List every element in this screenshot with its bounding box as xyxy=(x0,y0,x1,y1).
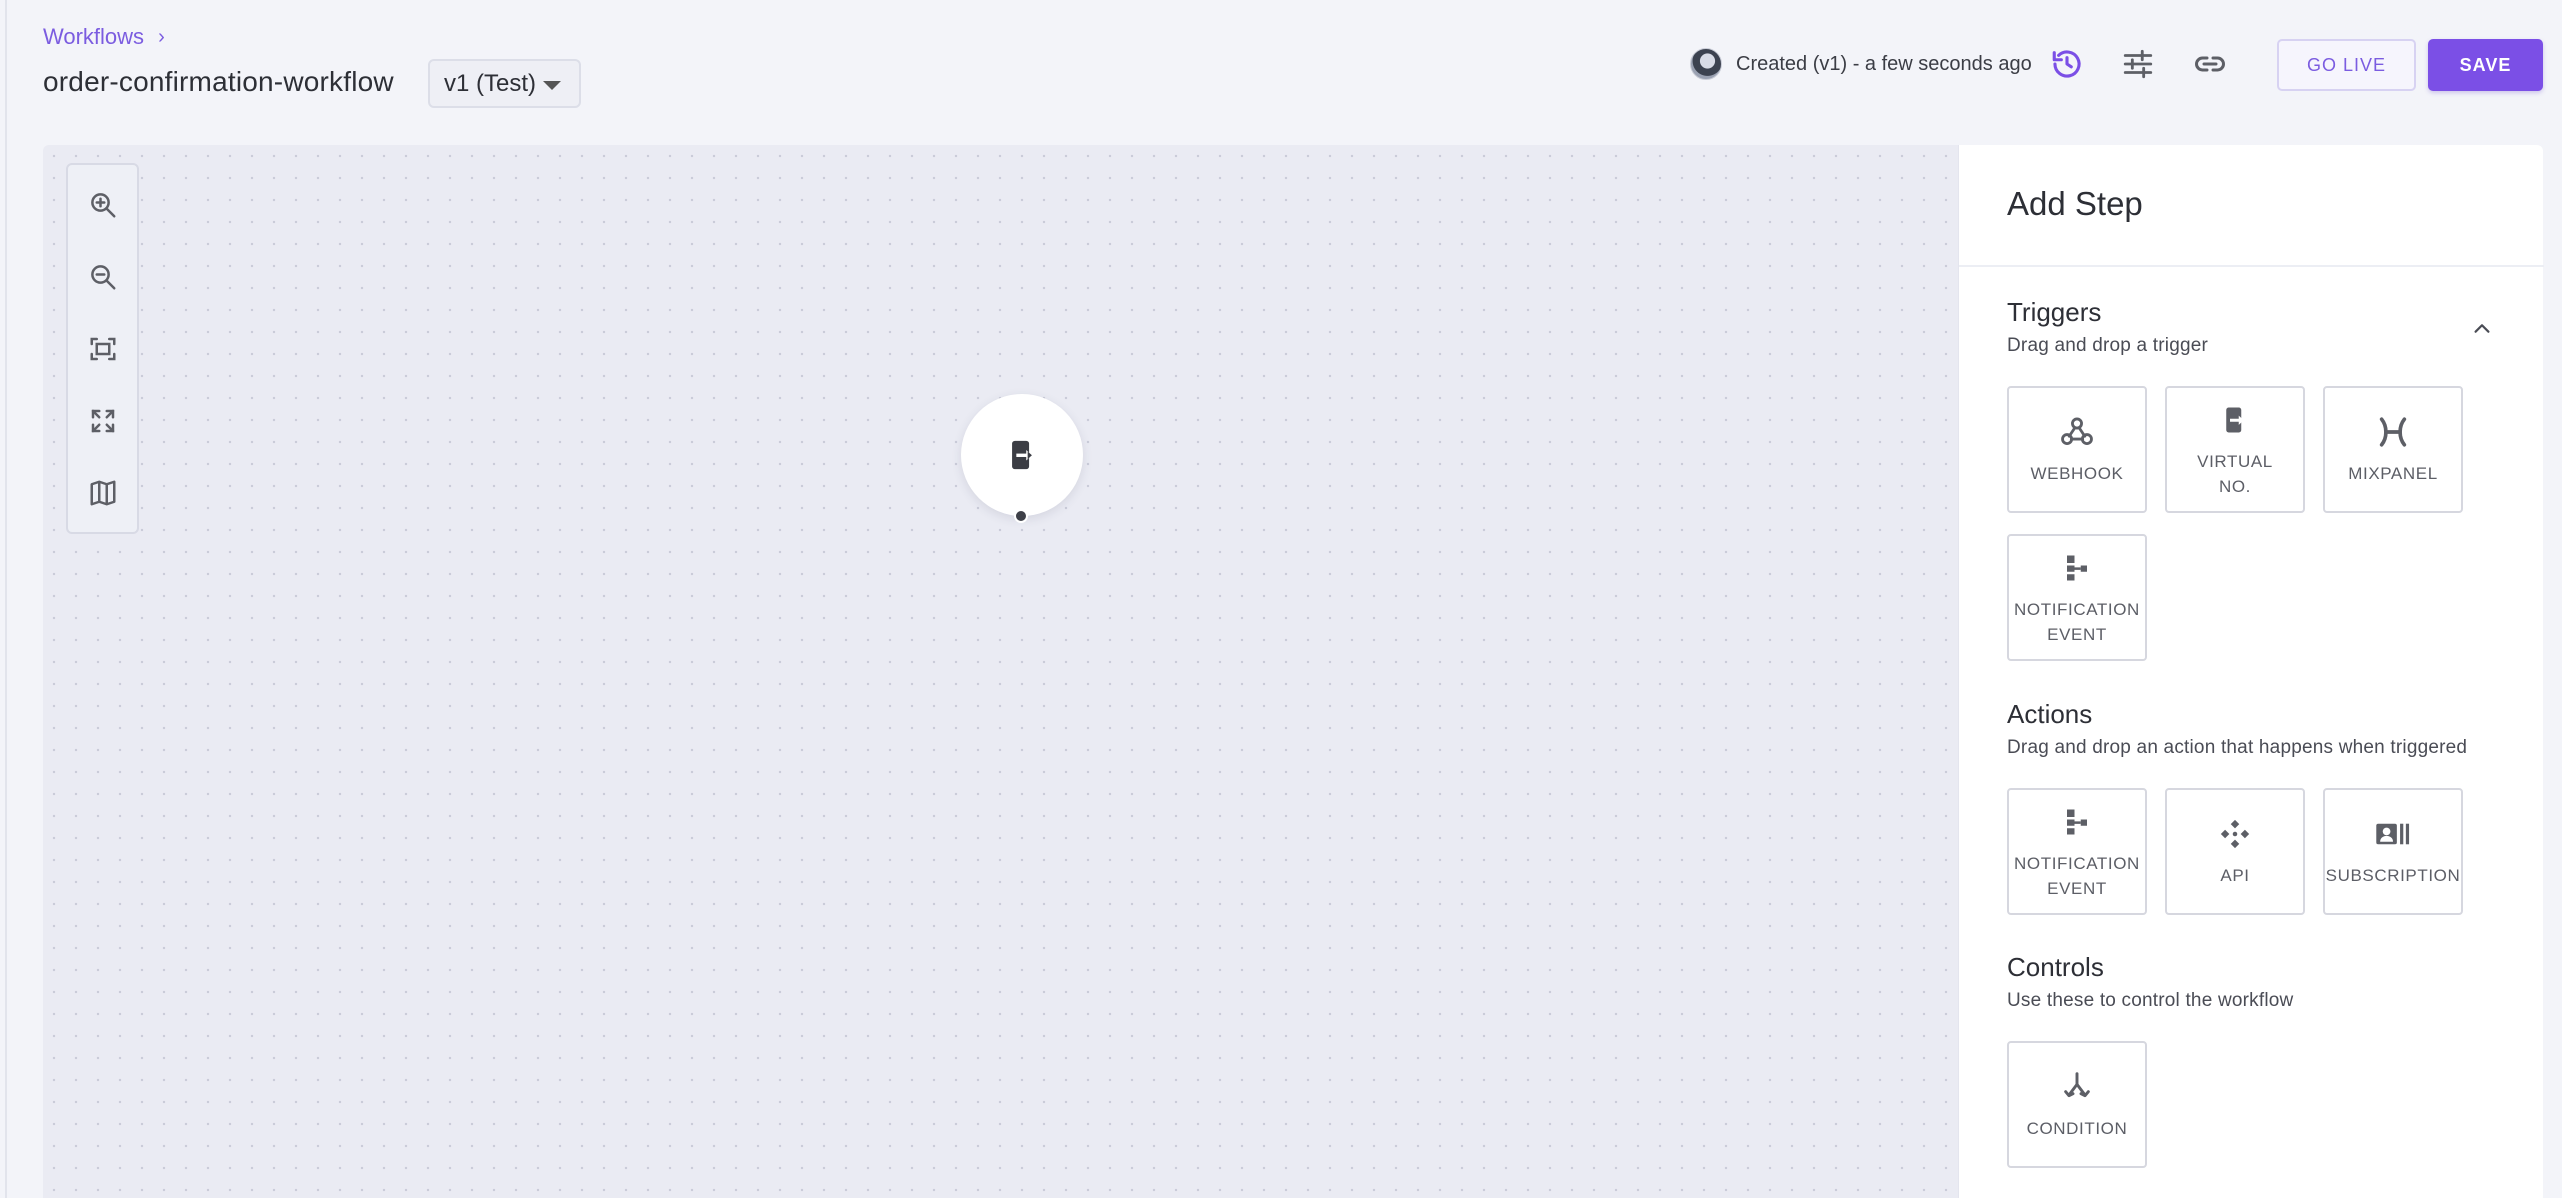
fit-view-icon[interactable] xyxy=(85,331,121,367)
page-title: order-confirmation-workflow xyxy=(43,66,394,97)
tile-label: MIXPANEL xyxy=(2348,464,2438,483)
zoom-out-icon[interactable] xyxy=(85,259,121,295)
go-live-button[interactable]: GO LIVE xyxy=(2277,39,2416,91)
trigger-node[interactable] xyxy=(961,394,1083,523)
mixpanel-icon xyxy=(2374,413,2412,451)
api-icon xyxy=(2216,815,2254,853)
fullscreen-icon[interactable] xyxy=(85,403,121,439)
actions-subtitle: Drag and drop an action that happens whe… xyxy=(2007,737,2468,758)
sliders-icon[interactable] xyxy=(2118,44,2158,84)
caret-down-icon xyxy=(543,81,561,90)
canvas-toolbar xyxy=(66,163,139,534)
control-tile-condition[interactable]: CONDITION xyxy=(2007,1041,2147,1168)
link-icon[interactable] xyxy=(2190,44,2230,84)
status-text: Created (v1) - a few seconds ago xyxy=(1736,52,2032,75)
tile-label: NOTIFICATION EVENT xyxy=(2014,853,2140,898)
controls-title: Controls xyxy=(2007,952,2104,982)
notification-event-icon xyxy=(2058,549,2096,587)
breadcrumb-separator: › xyxy=(158,25,165,48)
controls-subtitle: Use these to control the workflow xyxy=(2007,990,2294,1011)
subscription-icon xyxy=(2374,815,2412,853)
tile-label: WEBHOOK xyxy=(2030,464,2124,483)
version-select[interactable]: v1 (Test) xyxy=(428,59,581,108)
trigger-tile-webhook[interactable]: WEBHOOK xyxy=(2007,386,2147,513)
condition-icon xyxy=(2058,1068,2096,1106)
action-tile-api[interactable]: API xyxy=(2165,788,2305,915)
chevron-up-icon[interactable] xyxy=(2467,313,2497,343)
triggers-subtitle: Drag and drop a trigger xyxy=(2007,335,2209,356)
panel-title: Add Step xyxy=(2007,185,2143,222)
tile-label: SUBSCRIPTION xyxy=(2325,866,2461,885)
version-status: Created (v1) - a few seconds ago xyxy=(1690,48,2032,80)
left-edge xyxy=(0,0,7,1198)
breadcrumb-workflows-link[interactable]: Workflows xyxy=(43,24,144,50)
zoom-in-icon[interactable] xyxy=(85,187,121,223)
history-icon[interactable] xyxy=(2047,44,2087,84)
notification-event-icon xyxy=(2058,803,2096,841)
actions-title: Actions xyxy=(2007,699,2093,729)
virtual-number-icon xyxy=(2216,401,2254,439)
breadcrumb: Workflows › xyxy=(43,24,165,50)
node-output-handle[interactable] xyxy=(1014,509,1028,523)
avatar xyxy=(1690,48,1722,80)
trigger-tile-virtual-no[interactable]: VIRTUAL NO. xyxy=(2165,386,2305,513)
action-tile-subscription[interactable]: SUBSCRIPTION xyxy=(2323,788,2463,915)
triggers-title: Triggers xyxy=(2007,297,2102,327)
panel-divider xyxy=(1959,265,2544,267)
workflow-canvas[interactable] xyxy=(43,145,1958,1198)
action-tile-notification-event[interactable]: NOTIFICATION EVENT xyxy=(2007,788,2147,915)
webhook-icon xyxy=(2058,413,2096,451)
save-button[interactable]: SAVE xyxy=(2428,39,2543,91)
tile-label: NOTIFICATION EVENT xyxy=(2014,599,2140,644)
map-icon[interactable] xyxy=(85,475,121,511)
tile-label: VIRTUAL NO. xyxy=(2197,451,2273,496)
tile-label: CONDITION xyxy=(2026,1119,2128,1138)
exit-phone-icon xyxy=(1012,440,1032,470)
trigger-tile-mixpanel[interactable]: MIXPANEL xyxy=(2323,386,2463,513)
add-step-panel: Add Step Triggers Drag and drop a trigge… xyxy=(1958,145,2544,1198)
version-select-value: v1 (Test) xyxy=(444,69,537,97)
tile-label: API xyxy=(2220,866,2250,885)
trigger-tile-notification-event[interactable]: NOTIFICATION EVENT xyxy=(2007,534,2147,661)
